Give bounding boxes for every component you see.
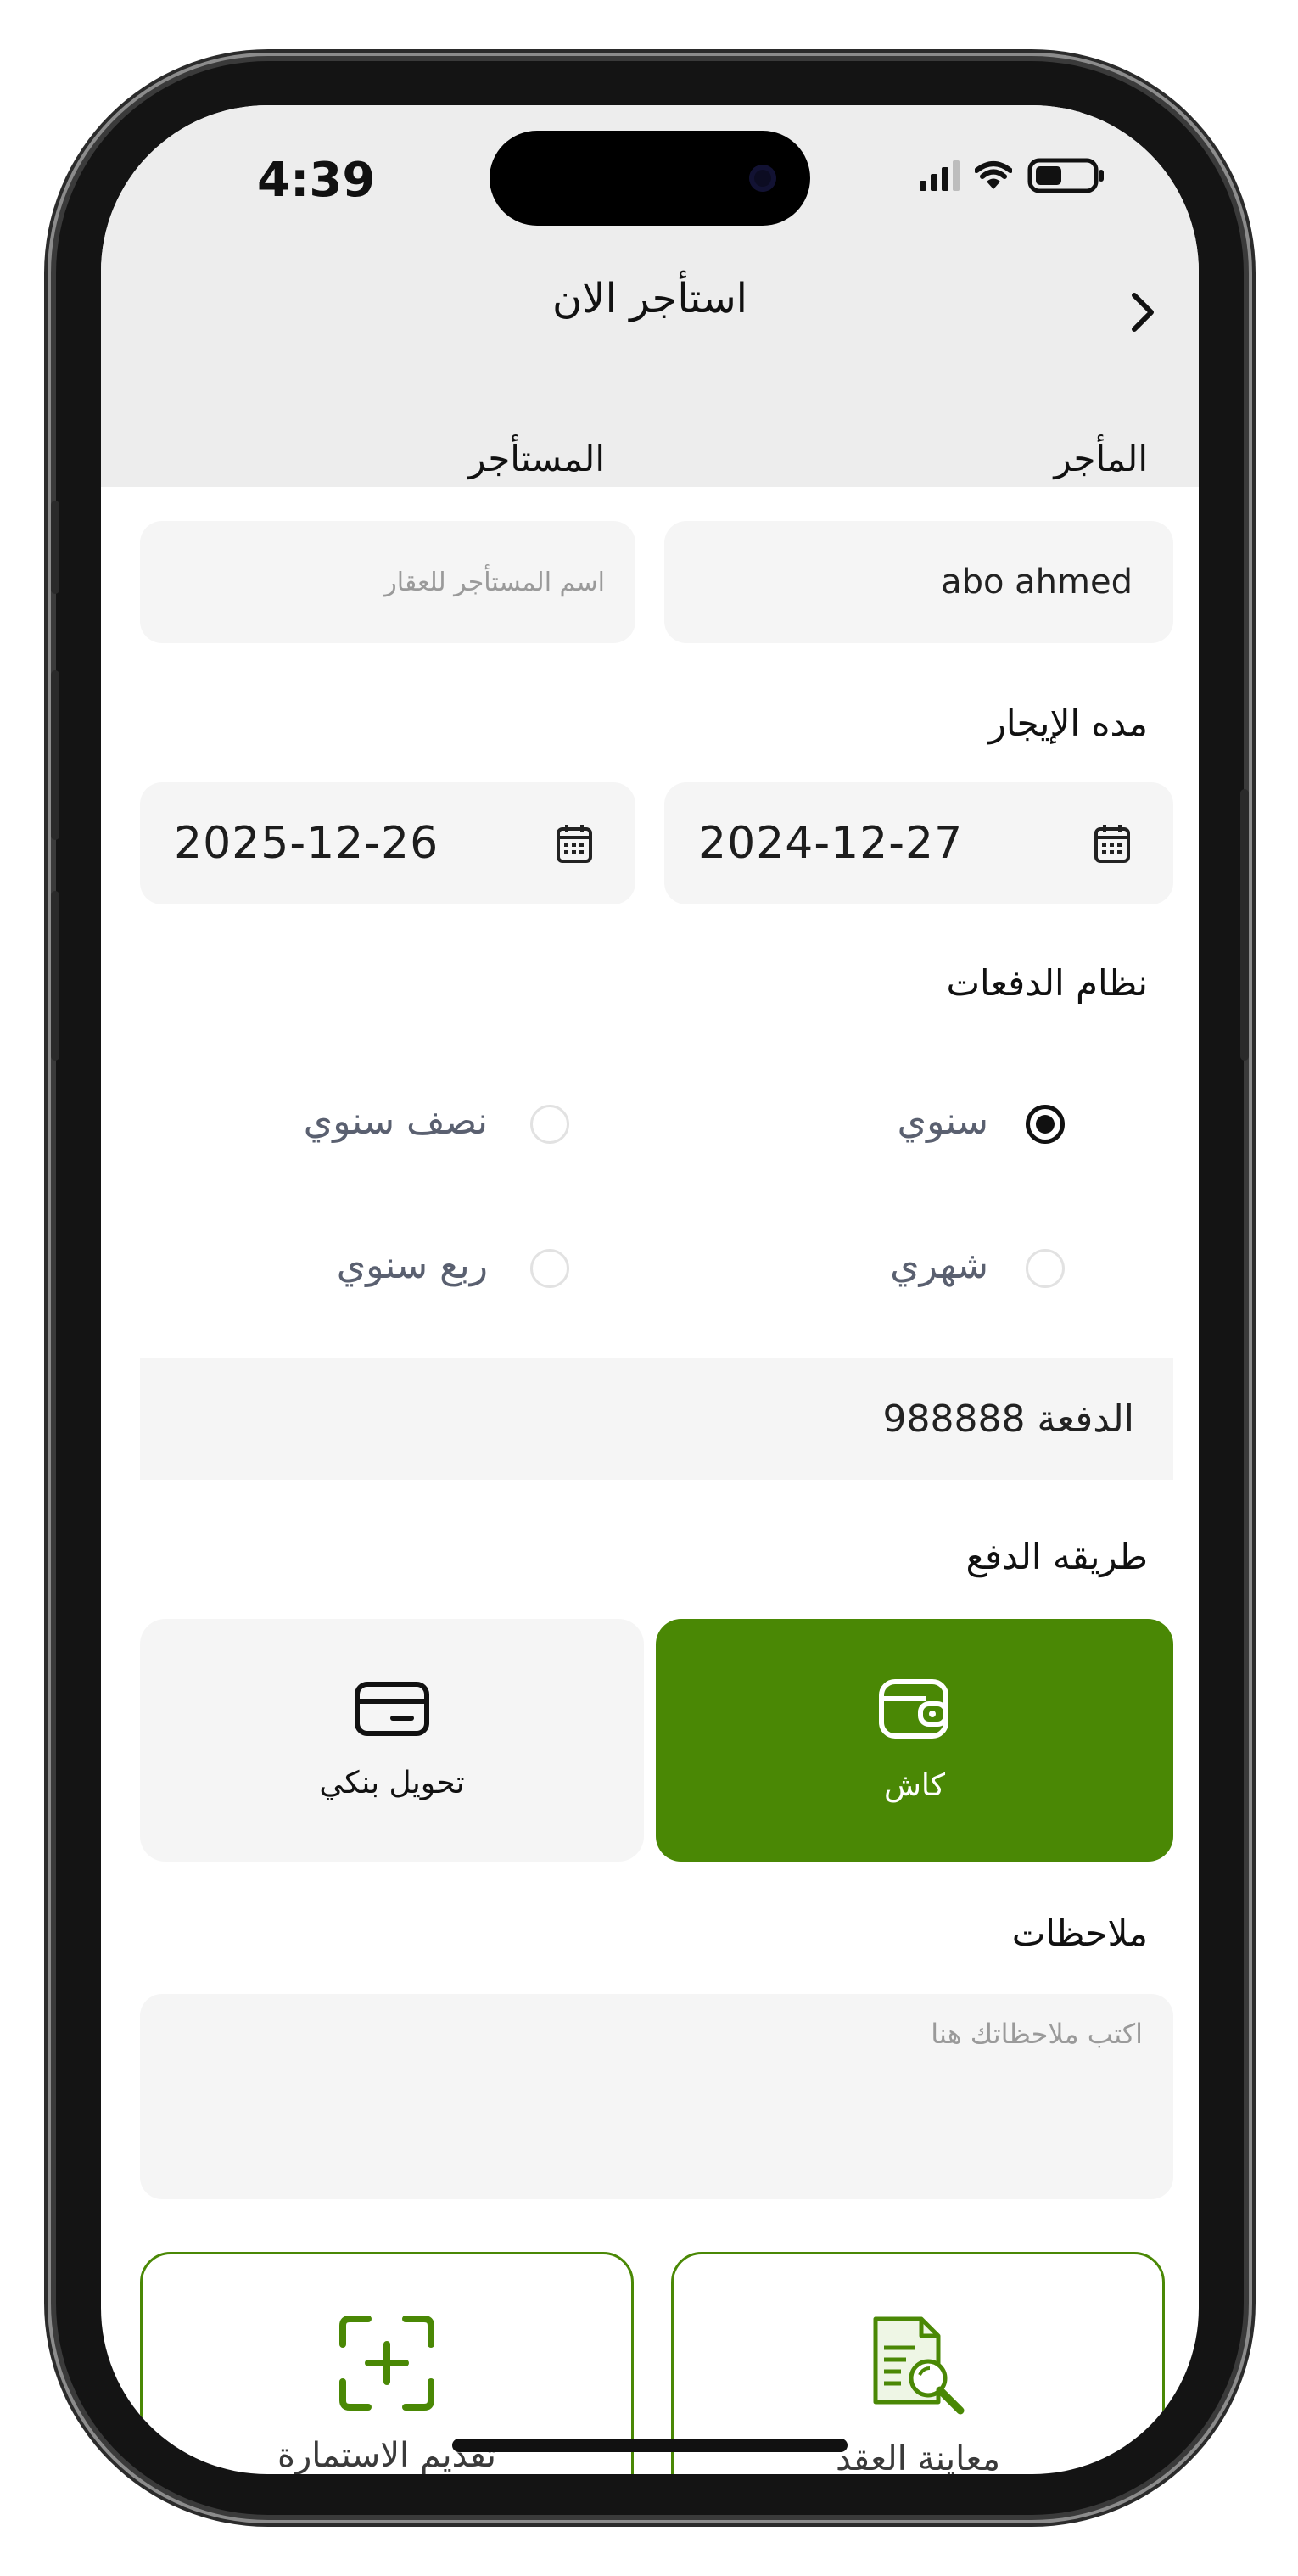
tenant-label: المستأجر [468,438,605,479]
signal-icon [920,160,960,191]
payment-system-label: نظام الدفعات [946,962,1148,1004]
payment-bank-transfer-label: تحويل بنكي [319,1765,465,1800]
volume-up-button [51,670,59,840]
tenant-input[interactable]: اسم المستأجر للعقار [140,521,635,643]
lease-period-label: مده الإيجار [988,703,1148,744]
wifi-icon [975,160,1012,191]
payment-bank-transfer-card[interactable]: تحويل بنكي [140,1619,644,1862]
start-date-picker[interactable]: 2024-12-27 [664,782,1173,904]
dynamic-island [490,131,810,226]
contract-preview-label: معاينة العقد [835,2439,1001,2474]
radio-semi-annual-label[interactable]: نصف سنوي [304,1100,488,1143]
page-title: استأجر الان [551,275,748,322]
chevron-right-icon[interactable] [1117,287,1168,338]
radio-quarterly-label[interactable]: ربع سنوي [337,1244,488,1287]
add-scan-icon [338,2314,436,2416]
radio-quarterly[interactable] [530,1249,569,1288]
wallet-icon [878,1678,951,1743]
calendar-icon [556,823,593,864]
radio-semi-annual[interactable] [530,1105,569,1144]
radio-monthly-label[interactable]: شهري [890,1244,988,1287]
credit-card-icon [354,1681,430,1740]
home-indicator[interactable] [452,2439,848,2452]
landlord-field[interactable]: abo ahmed [664,521,1173,643]
status-icons [920,158,1105,193]
payment-cash-card[interactable]: كاش [656,1619,1173,1862]
status-bar: 4:39 [101,105,1199,283]
end-date-picker[interactable]: 2025-12-26 [140,782,635,904]
end-date-value: 2025-12-26 [174,818,439,869]
notes-placeholder: اكتب ملاحظاتك هنا [931,2018,1143,2050]
camera-icon [749,165,776,192]
radio-yearly-label[interactable]: سنوي [898,1100,988,1143]
document-search-icon [867,2314,969,2419]
power-button [1240,789,1249,1061]
start-date-value: 2024-12-27 [698,818,964,869]
tenant-placeholder: اسم المستأجر للعقار [384,567,605,597]
installment-value: الدفعة 988888 [882,1397,1134,1441]
landlord-label: المأجر [1054,438,1148,479]
app-screen: 4:39 استأجر الان المأجر المستأجر abo ahm… [101,105,1199,2474]
notes-textarea[interactable]: اكتب ملاحظاتك هنا [140,1994,1173,2199]
status-time: 4:39 [257,153,376,208]
payment-cash-label: كاش [883,1767,946,1803]
payment-method-label: طريقه الدفع [965,1536,1148,1577]
radio-monthly[interactable] [1026,1249,1065,1288]
radio-yearly[interactable] [1026,1105,1065,1144]
mute-switch [51,501,59,594]
landlord-value: abo ahmed [941,563,1133,602]
volume-down-button [51,891,59,1061]
calendar-icon [1094,823,1131,864]
battery-icon [1027,158,1105,193]
installment-field[interactable]: الدفعة 988888 [140,1358,1173,1480]
notes-label: ملاحظات [1011,1912,1148,1954]
